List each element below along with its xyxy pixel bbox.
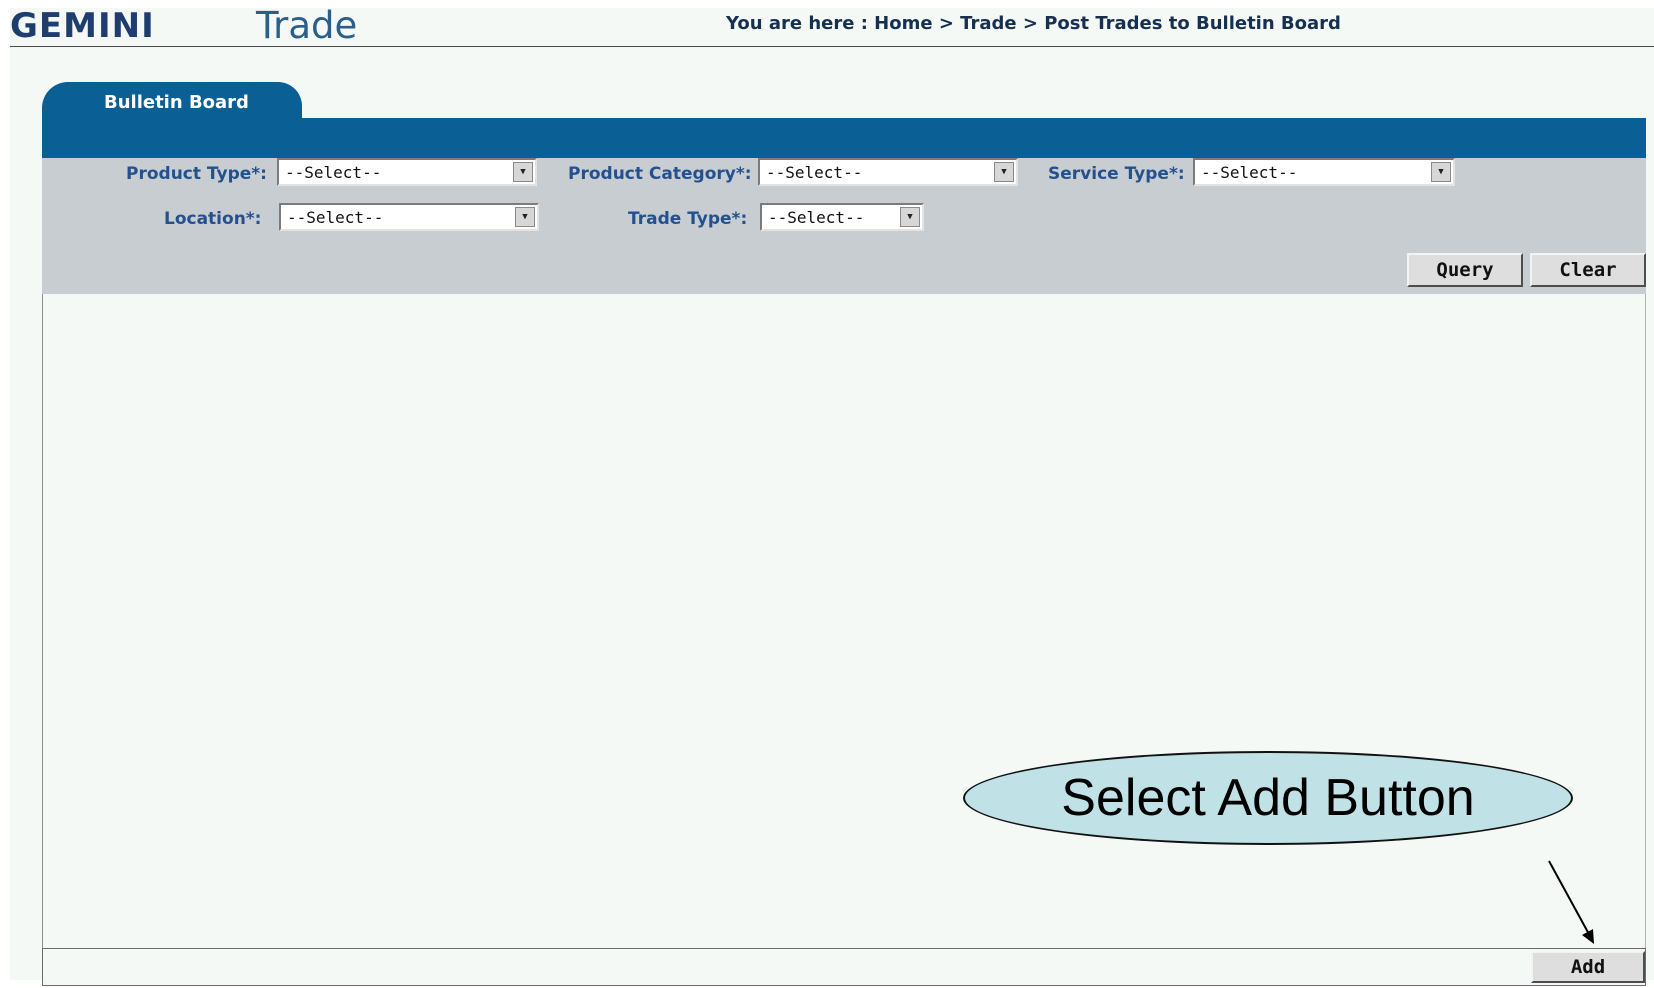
product-category-label: Product Category*:	[568, 164, 752, 184]
tab-bulletin-board[interactable]: Bulletin Board	[42, 82, 302, 122]
callout-text: Select Add Button	[1061, 769, 1475, 827]
app-logo: GEMINI	[10, 6, 155, 46]
service-type-label: Service Type*:	[1048, 164, 1185, 184]
module-title: Trade	[256, 4, 358, 47]
location-select[interactable]: --Select-- ▼	[279, 203, 539, 231]
query-button[interactable]: Query	[1407, 253, 1523, 287]
results-area	[42, 294, 1646, 948]
footer-bar: Add	[42, 948, 1646, 986]
tab-label: Bulletin Board	[104, 92, 249, 113]
service-type-select[interactable]: --Select-- ▼	[1193, 158, 1455, 186]
header-divider	[10, 46, 1654, 47]
product-category-select[interactable]: --Select-- ▼	[758, 158, 1018, 186]
trade-type-label: Trade Type*:	[628, 209, 748, 229]
product-type-select[interactable]: --Select-- ▼	[277, 158, 537, 186]
clear-button[interactable]: Clear	[1530, 253, 1646, 287]
callout-bubble: Select Add Button	[963, 751, 1573, 845]
location-label: Location*:	[164, 209, 262, 229]
service-type-value: --Select--	[1201, 163, 1298, 182]
product-type-label: Product Type*:	[126, 164, 267, 184]
chevron-down-icon[interactable]: ▼	[900, 207, 920, 227]
chevron-down-icon[interactable]: ▼	[515, 207, 535, 227]
breadcrumb: You are here : Home > Trade > Post Trade…	[726, 13, 1341, 34]
tab-bar	[42, 118, 1646, 158]
product-type-value: --Select--	[285, 163, 382, 182]
trade-type-select[interactable]: --Select-- ▼	[760, 203, 924, 231]
product-category-value: --Select--	[766, 163, 863, 182]
location-value: --Select--	[287, 208, 384, 227]
add-button[interactable]: Add	[1531, 951, 1645, 983]
filter-panel: Product Type*: --Select-- ▼ Product Cate…	[42, 158, 1646, 294]
chevron-down-icon[interactable]: ▼	[994, 162, 1014, 182]
trade-type-value: --Select--	[768, 208, 865, 227]
chevron-down-icon[interactable]: ▼	[1431, 162, 1451, 182]
chevron-down-icon[interactable]: ▼	[513, 162, 533, 182]
